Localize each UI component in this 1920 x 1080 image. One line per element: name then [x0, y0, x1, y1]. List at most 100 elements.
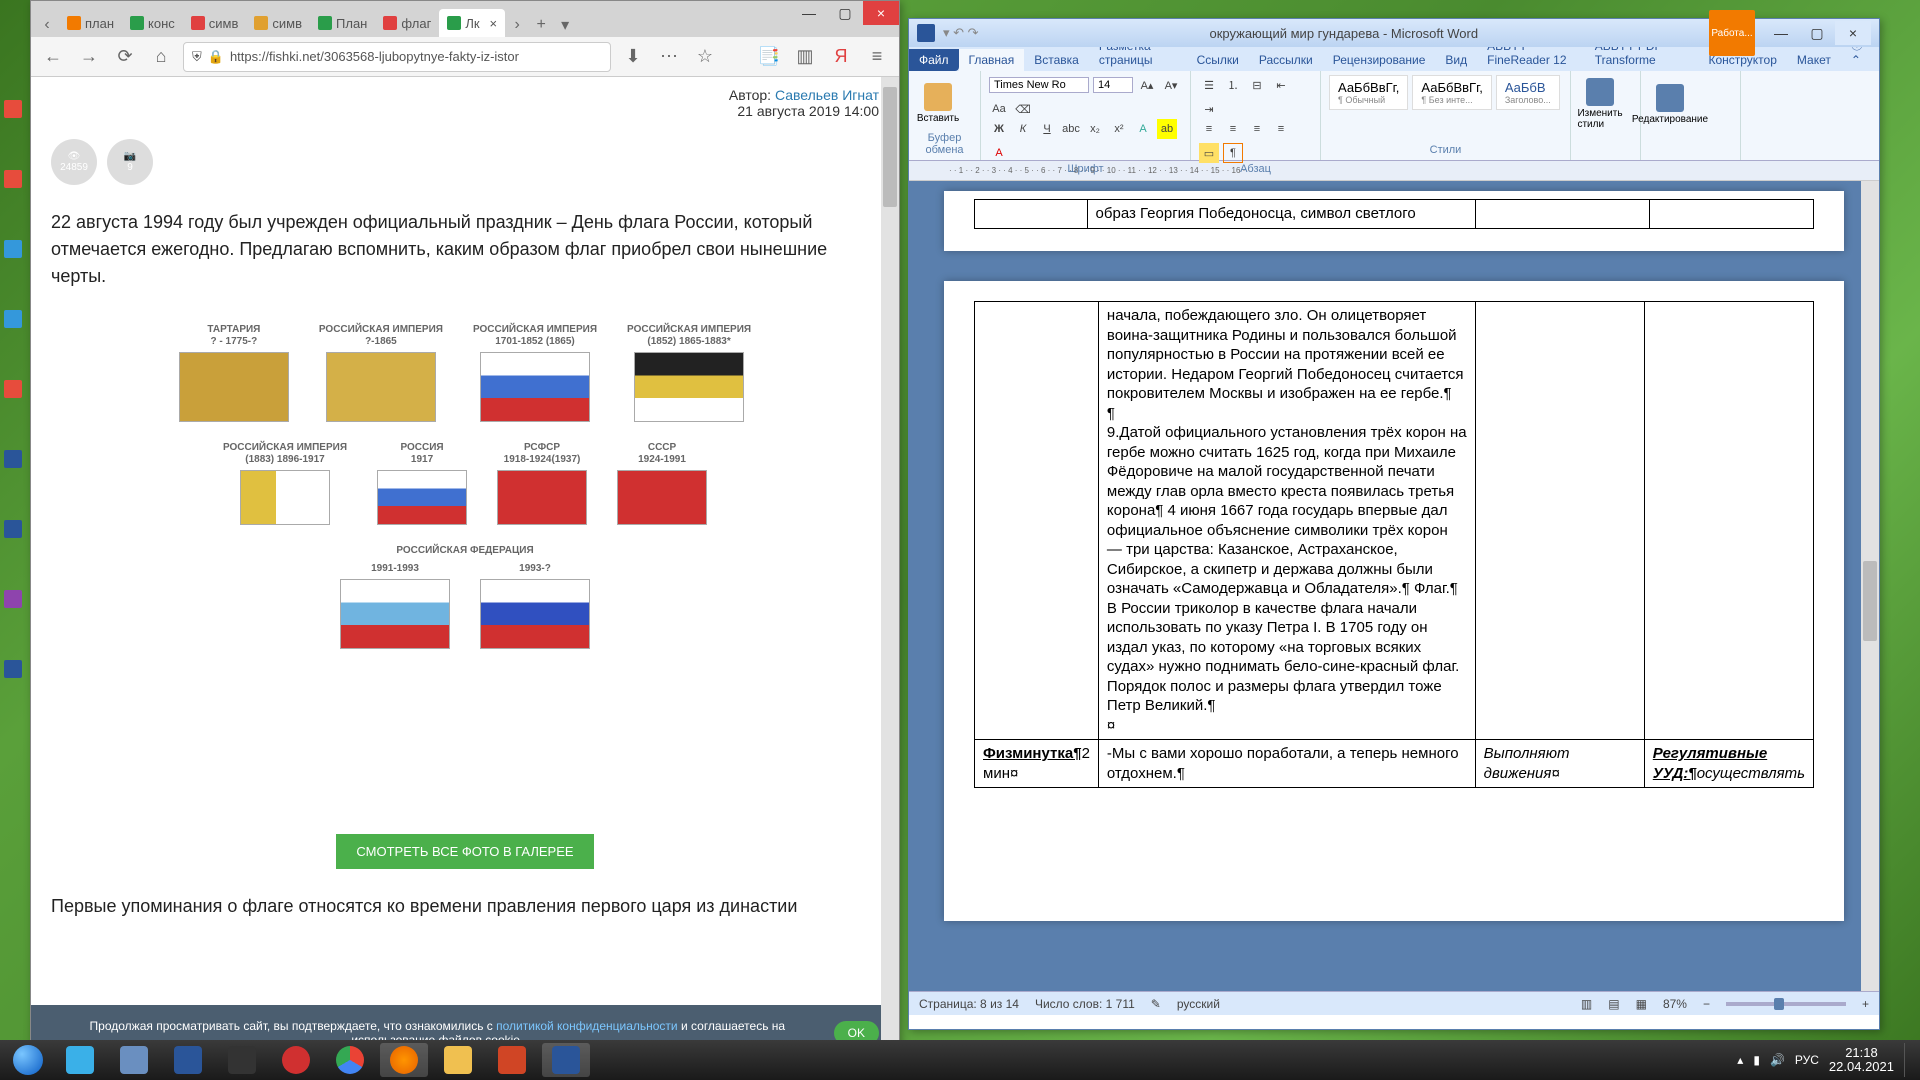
ribbon-tab-table-layout[interactable]: Макет	[1787, 49, 1841, 71]
shrink-font-icon[interactable]: A▾	[1161, 75, 1181, 95]
superscript-button[interactable]: x²	[1109, 119, 1129, 139]
zoom-slider[interactable]	[1726, 1002, 1846, 1006]
browser-tab-active[interactable]: Лк×	[439, 9, 505, 37]
shading-button[interactable]: ▭	[1199, 143, 1219, 163]
ribbon-tab-view[interactable]: Вид	[1435, 49, 1477, 71]
page-indicator[interactable]: Страница: 8 из 14	[919, 997, 1019, 1011]
taskbar-ie[interactable]	[56, 1043, 104, 1077]
reload-button[interactable]: ⟳	[111, 43, 139, 71]
numbering-button[interactable]: ⒈	[1223, 75, 1243, 95]
close-button[interactable]: ×	[1835, 21, 1871, 45]
clock[interactable]: 21:18 22.04.2021	[1829, 1046, 1894, 1075]
tray-network-icon[interactable]: ▮	[1753, 1053, 1760, 1067]
browser-tab[interactable]: план	[59, 9, 122, 37]
taskbar-power[interactable]	[272, 1043, 320, 1077]
ribbon-tab-references[interactable]: Ссылки	[1187, 49, 1249, 71]
show-marks-button[interactable]: ¶	[1223, 143, 1243, 163]
ribbon-tab-insert[interactable]: Вставка	[1024, 49, 1089, 71]
subscript-button[interactable]: x₂	[1085, 119, 1105, 139]
grow-font-icon[interactable]: A▴	[1137, 75, 1157, 95]
font-name-select[interactable]: Times New Ro	[989, 77, 1089, 93]
zoom-level[interactable]: 87%	[1663, 997, 1687, 1011]
align-right-button[interactable]: ≡	[1247, 119, 1267, 139]
tab-next[interactable]: ›	[505, 13, 529, 37]
yandex-button[interactable]: Я	[827, 43, 855, 71]
clear-format-icon[interactable]: ⌫	[1013, 99, 1033, 119]
desktop-shortcut[interactable]	[2, 380, 24, 420]
browser-tab[interactable]: конс	[122, 9, 183, 37]
view-read-icon[interactable]: ▤	[1608, 997, 1619, 1011]
tray-lang[interactable]: РУС	[1795, 1053, 1819, 1067]
close-button[interactable]: ×	[863, 1, 899, 25]
ribbon-tab-review[interactable]: Рецензирование	[1323, 49, 1436, 71]
view-print-icon[interactable]: ▥	[1581, 997, 1592, 1011]
ribbon-tab-file[interactable]: Файл	[909, 49, 959, 71]
underline-button[interactable]: Ч	[1037, 119, 1057, 139]
close-tab-icon[interactable]: ×	[490, 16, 498, 31]
change-styles-button[interactable]: Изменить стили	[1579, 75, 1621, 133]
back-button[interactable]: ←	[39, 43, 67, 71]
taskbar-chrome[interactable]	[326, 1043, 374, 1077]
desktop-shortcut[interactable]	[2, 450, 24, 490]
find-button[interactable]: Редактирование	[1649, 75, 1691, 133]
view-web-icon[interactable]: ▦	[1636, 997, 1647, 1011]
font-size-select[interactable]: 14	[1093, 77, 1133, 93]
desktop-shortcut[interactable]	[2, 240, 24, 280]
indent-inc-button[interactable]: ⇥	[1199, 99, 1219, 119]
change-case-icon[interactable]: Aa	[989, 99, 1009, 119]
minimize-button[interactable]: —	[791, 1, 827, 25]
style-nospace[interactable]: АаБбВвГг,¶ Без инте...	[1412, 75, 1491, 110]
address-bar[interactable]: ⛨ 🔒 https://fishki.net/3063568-ljubopytn…	[183, 42, 611, 72]
zoom-in-button[interactable]: +	[1862, 997, 1869, 1011]
menu-button[interactable]: ⋯	[655, 43, 683, 71]
desktop-shortcut[interactable]	[2, 590, 24, 630]
taskbar-folder[interactable]	[434, 1043, 482, 1077]
home-button[interactable]: ⌂	[147, 43, 175, 71]
browser-tab[interactable]: флаг	[375, 9, 439, 37]
text-effect-icon[interactable]: A	[1133, 119, 1153, 139]
ribbon-tab-mailings[interactable]: Рассылки	[1249, 49, 1323, 71]
tab-menu[interactable]: ▾	[553, 13, 577, 37]
desktop-shortcut[interactable]	[2, 100, 24, 140]
desktop-shortcut[interactable]	[2, 310, 24, 350]
library-button[interactable]: 📑	[755, 43, 783, 71]
browser-tab[interactable]: симв	[246, 9, 310, 37]
align-center-button[interactable]: ≡	[1223, 119, 1243, 139]
desktop-shortcut[interactable]	[2, 520, 24, 560]
start-button[interactable]	[6, 1043, 50, 1077]
word-count[interactable]: Число слов: 1 711	[1035, 997, 1135, 1011]
privacy-link[interactable]: политикой конфиденциальности	[496, 1019, 677, 1033]
taskbar-powerpoint[interactable]	[488, 1043, 536, 1077]
sidebar-button[interactable]: ▥	[791, 43, 819, 71]
taskbar-app[interactable]	[218, 1043, 266, 1077]
taskbar-word[interactable]	[542, 1043, 590, 1077]
justify-button[interactable]: ≡	[1271, 119, 1291, 139]
browser-tab[interactable]: План	[310, 9, 375, 37]
spell-icon[interactable]: ✎	[1151, 997, 1161, 1011]
tray-arrow-icon[interactable]: ▴	[1737, 1053, 1743, 1067]
style-heading[interactable]: АаБбВЗаголово...	[1496, 75, 1560, 110]
tab-prev[interactable]: ‹	[35, 13, 59, 37]
strike-button[interactable]: abc	[1061, 119, 1081, 139]
app-menu-button[interactable]: ≡	[863, 43, 891, 71]
scrollbar[interactable]	[881, 77, 899, 1061]
show-desktop-button[interactable]	[1904, 1043, 1914, 1077]
minimize-button[interactable]: —	[1763, 21, 1799, 45]
zoom-out-button[interactable]: −	[1703, 997, 1710, 1011]
bookmark-button[interactable]: ⬇	[619, 43, 647, 71]
new-tab-button[interactable]: +	[529, 13, 553, 37]
taskbar-explorer[interactable]	[110, 1043, 158, 1077]
language-indicator[interactable]: русский	[1177, 997, 1220, 1011]
scrollbar[interactable]	[1861, 181, 1879, 991]
forward-button[interactable]: →	[75, 43, 103, 71]
maximize-button[interactable]: ▢	[1799, 21, 1835, 45]
maximize-button[interactable]: ▢	[827, 1, 863, 25]
star-button[interactable]: ☆	[691, 43, 719, 71]
desktop-shortcut[interactable]	[2, 170, 24, 210]
document-area[interactable]: образ Георгия Победоносца, символ светло…	[909, 181, 1879, 991]
highlight-button[interactable]: ab	[1157, 119, 1177, 139]
align-left-button[interactable]: ≡	[1199, 119, 1219, 139]
multilevel-button[interactable]: ⊟	[1247, 75, 1267, 95]
style-normal[interactable]: АаБбВвГг,¶ Обычный	[1329, 75, 1408, 110]
bullets-button[interactable]: ☰	[1199, 75, 1219, 95]
